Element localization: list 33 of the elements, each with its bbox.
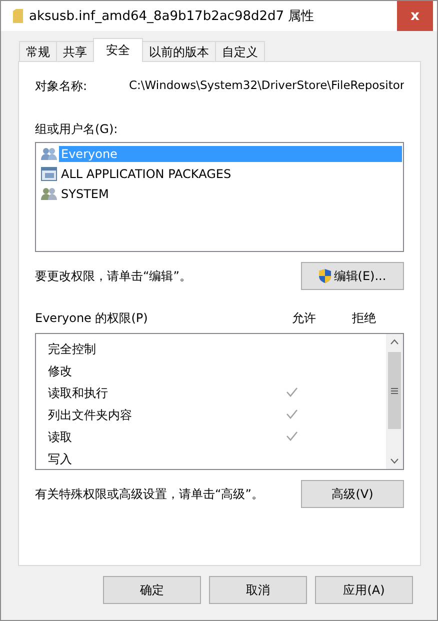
tab[interactable]: 自定义	[215, 41, 265, 61]
scrollbar-thumb[interactable]	[388, 352, 401, 429]
permission-name: 列出文件夹内容	[48, 406, 133, 424]
shield-icon	[318, 269, 331, 283]
permissions-title: Everyone 的权限(P)	[35, 310, 149, 327]
tab[interactable]: 安全	[93, 38, 143, 62]
edit-button[interactable]: 编辑(E)...	[301, 262, 404, 290]
group-item[interactable]: ALL APPLICATION PACKAGES	[37, 164, 402, 184]
users-icon	[41, 187, 57, 201]
permission-name: 修改	[48, 362, 73, 380]
dialog-button[interactable]: 取消	[209, 576, 307, 604]
dialog-button[interactable]: 确定	[103, 576, 201, 604]
permission-name: 读取	[48, 428, 73, 446]
advanced-button[interactable]: 高级(V)	[301, 480, 404, 508]
object-name-label: 对象名称:	[35, 78, 88, 95]
grip-icon	[391, 388, 398, 394]
window-title: aksusb.inf_amd64_8a9b17b2ac98d2d7 属性	[28, 8, 316, 25]
dialog-button[interactable]: 应用(A)	[315, 576, 413, 604]
permission-name: 完全控制	[48, 340, 97, 358]
group-item[interactable]: SYSTEM	[37, 184, 402, 204]
permission-name: 写入	[48, 450, 73, 468]
folder-icon	[13, 9, 23, 23]
close-button[interactable]: x	[397, 1, 433, 31]
allow-header: 允许	[291, 310, 317, 327]
package-icon	[41, 167, 57, 181]
tab[interactable]: 常规	[19, 41, 57, 61]
advanced-hint: 有关特殊权限或高级设置，请单击“高级”。	[35, 486, 264, 502]
permission-name: 读取和执行	[48, 384, 109, 402]
groups-label: 组或用户名(G):	[35, 121, 119, 138]
users-icon	[41, 147, 57, 161]
deny-header: 拒绝	[351, 310, 377, 327]
tab[interactable]: 共享	[56, 41, 94, 61]
edit-hint: 要更改权限，请单击“编辑”。	[35, 268, 192, 284]
